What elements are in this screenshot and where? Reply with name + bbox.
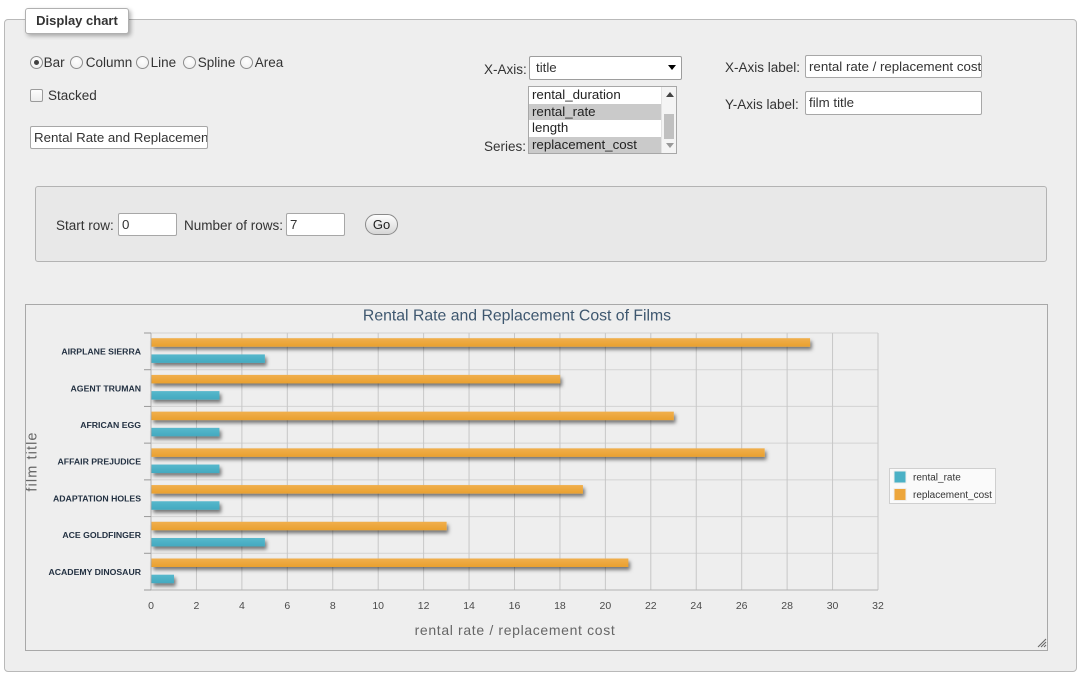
svg-text:22: 22: [645, 600, 657, 612]
svg-text:AFRICAN EGG: AFRICAN EGG: [80, 420, 141, 430]
svg-text:6: 6: [284, 600, 290, 612]
svg-text:12: 12: [418, 600, 430, 612]
svg-text:14: 14: [463, 600, 475, 612]
svg-text:rental_rate: rental_rate: [913, 473, 961, 484]
svg-text:AGENT TRUMAN: AGENT TRUMAN: [71, 383, 141, 393]
svg-text:2: 2: [194, 600, 200, 612]
svg-text:AFFAIR PREJUDICE: AFFAIR PREJUDICE: [57, 457, 141, 467]
svg-text:ADAPTATION HOLES: ADAPTATION HOLES: [53, 493, 141, 503]
svg-text:4: 4: [239, 600, 245, 612]
svg-text:32: 32: [872, 600, 884, 612]
svg-text:24: 24: [690, 600, 702, 612]
svg-text:film title: film title: [26, 431, 41, 491]
svg-text:16: 16: [509, 600, 521, 612]
svg-text:28: 28: [781, 600, 793, 612]
svg-text:18: 18: [554, 600, 566, 612]
svg-text:rental rate / replacement cost: rental rate / replacement cost: [415, 622, 616, 638]
svg-text:10: 10: [372, 600, 384, 612]
svg-text:AIRPLANE SIERRA: AIRPLANE SIERRA: [61, 347, 141, 357]
svg-text:30: 30: [827, 600, 839, 612]
svg-text:26: 26: [736, 600, 748, 612]
svg-text:Rental Rate and Replacement Co: Rental Rate and Replacement Cost of Film…: [363, 308, 671, 325]
svg-text:8: 8: [330, 600, 336, 612]
svg-text:20: 20: [600, 600, 612, 612]
svg-text:ACE GOLDFINGER: ACE GOLDFINGER: [62, 530, 141, 540]
svg-text:ACADEMY DINOSAUR: ACADEMY DINOSAUR: [48, 567, 141, 577]
svg-text:0: 0: [148, 600, 154, 612]
svg-text:replacement_cost: replacement_cost: [913, 490, 992, 501]
